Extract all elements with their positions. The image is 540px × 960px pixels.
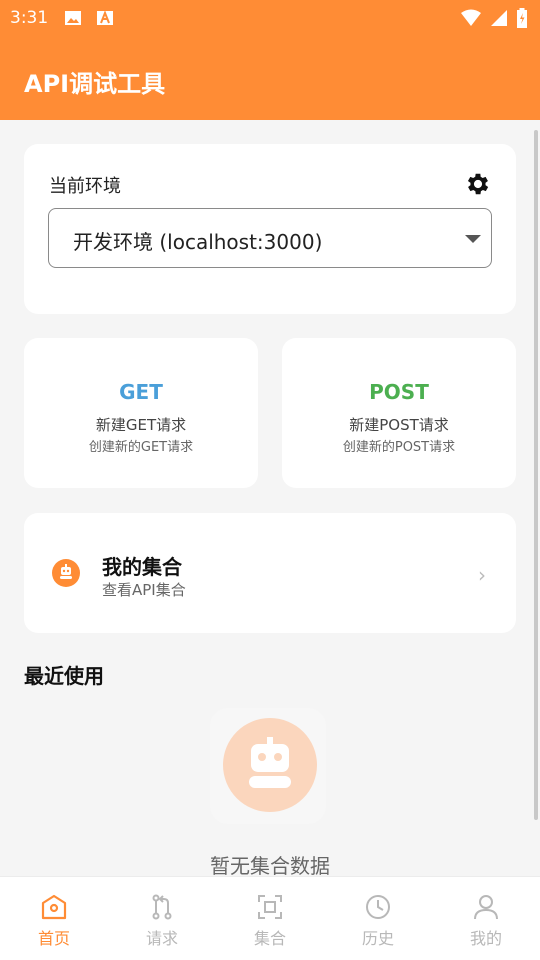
app-bar: API调试工具: [0, 36, 540, 120]
post-method-label: POST: [369, 380, 429, 404]
nav-collection[interactable]: 集合: [216, 877, 324, 960]
new-post-request-card[interactable]: POST 新建POST请求 创建新的POST请求: [282, 338, 516, 488]
nav-home[interactable]: 首页: [0, 877, 108, 960]
get-request-title: 新建GET请求: [95, 416, 187, 434]
nav-request-label: 请求: [145, 929, 178, 948]
history-icon: [366, 895, 390, 919]
nav-request[interactable]: 请求: [108, 877, 216, 960]
app-title: API调试工具: [24, 70, 166, 98]
get-request-subtitle: 创建新的GET请求: [88, 440, 194, 455]
nav-home-label: 首页: [37, 929, 70, 948]
get-method-label: GET: [119, 380, 163, 404]
nav-collection-label: 集合: [253, 929, 286, 948]
dropdown-arrow-icon: [465, 235, 481, 243]
new-get-request-card[interactable]: GET 新建GET请求 创建新的GET请求: [24, 338, 258, 488]
status-time: 3:31: [10, 8, 49, 28]
status-bar: 3:31: [0, 0, 540, 36]
robot-icon: [52, 559, 80, 587]
gear-icon[interactable]: [464, 170, 492, 198]
my-collections-card[interactable]: 我的集合 查看API集合 ›: [24, 513, 516, 633]
empty-state-illustration: [210, 708, 326, 824]
nav-profile-label: 我的: [469, 929, 502, 948]
environment-card: 当前环境 开发环境 (localhost:3000): [24, 144, 516, 314]
scrollbar[interactable]: [534, 130, 538, 820]
image-icon: [65, 11, 81, 25]
environment-select[interactable]: 开发环境 (localhost:3000): [48, 208, 492, 268]
chevron-right-icon: ›: [478, 563, 486, 587]
profile-icon: [474, 895, 498, 920]
environment-selected-value: 开发环境 (localhost:3000): [73, 230, 323, 254]
my-collections-title: 我的集合: [102, 555, 182, 579]
request-icon: [152, 894, 172, 920]
nav-history-label: 历史: [361, 929, 394, 948]
home-content[interactable]: 当前环境 开发环境 (localhost:3000) GET 新建GET请求 创…: [0, 120, 540, 876]
collection-icon: [258, 895, 282, 919]
home-icon: [41, 894, 67, 920]
empty-state-text: 暂无集合数据: [210, 854, 330, 876]
nav-profile[interactable]: 我的: [432, 877, 540, 960]
battery-icon: [517, 8, 527, 28]
post-request-title: 新建POST请求: [349, 416, 449, 434]
post-request-subtitle: 创建新的POST请求: [342, 440, 456, 455]
recent-section-title: 最近使用: [24, 664, 104, 688]
environment-label: 当前环境: [49, 176, 121, 197]
bottom-nav: 首页 请求 集合 历史 我的: [0, 876, 540, 960]
signal-icon: [491, 10, 507, 26]
my-collections-subtitle: 查看API集合: [102, 581, 186, 599]
nav-history[interactable]: 历史: [324, 877, 432, 960]
empty-robot-icon: [223, 718, 317, 812]
font-icon: [97, 10, 113, 25]
wifi-icon: [461, 9, 481, 26]
